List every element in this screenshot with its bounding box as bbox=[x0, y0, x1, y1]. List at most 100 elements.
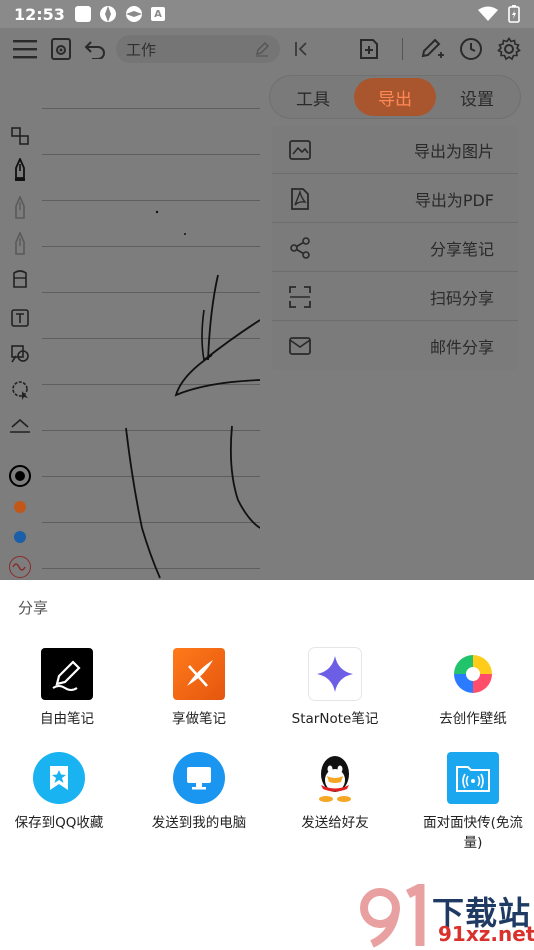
battery-icon bbox=[508, 5, 520, 23]
share-app-free-note[interactable]: 自由笔记 bbox=[0, 648, 134, 749]
share-app-wallpaper[interactable]: 去创作壁纸 bbox=[406, 648, 534, 749]
undo-button[interactable] bbox=[80, 34, 110, 64]
menu-item-label: 扫码分享 bbox=[429, 288, 494, 308]
editor-toolbar: 工作 bbox=[0, 28, 534, 70]
add-page-icon bbox=[360, 39, 378, 59]
pen-plus-icon bbox=[421, 38, 444, 58]
scan-icon bbox=[289, 286, 311, 308]
lasso-tool[interactable] bbox=[8, 378, 32, 402]
share-app-label: 去创作壁纸 bbox=[439, 711, 507, 727]
note-canvas[interactable] bbox=[42, 70, 260, 580]
share-app-starnote[interactable]: StarNote笔记 bbox=[268, 648, 402, 749]
menu-item-label: 邮件分享 bbox=[429, 338, 494, 357]
share-app-label: 面对面快传(免流量) bbox=[423, 815, 523, 851]
share-app-send-to-pc[interactable]: 发送到我的电脑 bbox=[132, 752, 266, 853]
color-black-swatch bbox=[15, 471, 25, 481]
eye-document-icon bbox=[51, 38, 71, 60]
handwriting-strokes bbox=[125, 210, 260, 579]
menu-item-export-image[interactable]: 导出为图片 bbox=[272, 126, 518, 174]
menu-item-scan-share[interactable]: 扫码分享 bbox=[272, 273, 518, 321]
read-mode-button[interactable] bbox=[46, 34, 76, 64]
share-app-qq-favorites[interactable]: 保存到QQ收藏 bbox=[0, 752, 126, 853]
share-app-label: 自由笔记 bbox=[40, 711, 94, 727]
text-tool[interactable] bbox=[8, 306, 32, 330]
share-app-label: 发送到我的电脑 bbox=[151, 815, 247, 831]
hamburger-icon bbox=[13, 40, 37, 59]
xiangzuo-note-app-icon bbox=[173, 648, 225, 700]
text-box-icon bbox=[11, 309, 29, 327]
menu-button[interactable] bbox=[10, 34, 40, 64]
tab-settings[interactable]: 设置 bbox=[442, 76, 512, 118]
send-to-pc-icon bbox=[173, 752, 225, 804]
share-icon bbox=[290, 237, 310, 259]
starnote-app-icon bbox=[309, 648, 361, 700]
status-time: 12:53 bbox=[14, 4, 65, 24]
export-menu: 导出为图片 导出为PDF 分享笔记 扫码分享 邮件分享 bbox=[272, 126, 518, 370]
tab-export[interactable]: 导出 bbox=[354, 78, 436, 116]
note-title-field[interactable]: 工作 bbox=[116, 35, 280, 63]
mail-icon bbox=[289, 337, 311, 355]
lasso-icon bbox=[12, 381, 28, 400]
notification-square-icon bbox=[74, 6, 91, 22]
share-app-face-to-face[interactable]: 面对面快传(免流量) bbox=[406, 752, 534, 853]
shape-tool[interactable] bbox=[8, 342, 32, 366]
shapes-icon bbox=[11, 345, 29, 363]
watermark-91-icon bbox=[360, 884, 425, 948]
color-black-selected[interactable] bbox=[9, 465, 31, 487]
qq-favorites-icon bbox=[33, 752, 85, 804]
note-title: 工作 bbox=[126, 40, 157, 59]
tab-tools[interactable]: 工具 bbox=[278, 76, 348, 118]
collapse-left-button[interactable] bbox=[286, 34, 316, 64]
highlighter-tool[interactable] bbox=[8, 232, 32, 256]
add-page-button[interactable] bbox=[354, 34, 384, 64]
select-tool[interactable] bbox=[8, 124, 32, 148]
stroke-style-button[interactable] bbox=[9, 556, 31, 578]
free-note-app-icon bbox=[41, 648, 93, 700]
toolbar-divider bbox=[402, 38, 403, 60]
chevron-up-bar-icon bbox=[10, 418, 30, 433]
pencil-icon bbox=[15, 196, 25, 219]
pencil-tool[interactable] bbox=[8, 196, 32, 220]
color-orange-swatch[interactable] bbox=[14, 501, 26, 513]
wave-icon bbox=[12, 563, 26, 571]
status-notification-icons: A bbox=[74, 5, 165, 23]
color-blue-swatch[interactable] bbox=[14, 531, 26, 543]
fountain-pen-icon bbox=[15, 158, 25, 181]
watermark-url: 91xz.net bbox=[438, 922, 534, 946]
share-sheet-title: 分享 bbox=[18, 599, 49, 617]
watermark-logo: 下载站 91xz.net bbox=[358, 884, 534, 950]
notification-aperture-icon-2 bbox=[125, 6, 142, 22]
pen-tool[interactable] bbox=[8, 158, 32, 182]
wallpaper-app-icon bbox=[447, 648, 499, 700]
undo-icon bbox=[84, 41, 105, 59]
share-app-qq-friend[interactable]: 发送给好友 bbox=[268, 752, 402, 853]
qq-icon bbox=[309, 752, 361, 804]
history-button[interactable] bbox=[456, 34, 486, 64]
chevron-left-bar-icon bbox=[295, 42, 307, 56]
lasso-select-icon bbox=[11, 127, 29, 145]
highlighter-icon bbox=[15, 232, 25, 255]
share-app-label: StarNote笔记 bbox=[291, 711, 379, 727]
image-icon bbox=[289, 140, 311, 160]
gear-icon bbox=[497, 37, 521, 61]
menu-item-share-note[interactable]: 分享笔记 bbox=[272, 224, 518, 272]
eraser-icon bbox=[13, 270, 27, 288]
share-app-label: 享做笔记 bbox=[172, 711, 226, 727]
pen-settings-button[interactable] bbox=[418, 34, 448, 64]
notification-aperture-icon bbox=[99, 6, 116, 22]
status-bar: 12:53 A bbox=[0, 0, 534, 28]
panel-tabs: 工具 导出 设置 bbox=[270, 76, 520, 118]
share-app-label: 保存到QQ收藏 bbox=[14, 815, 104, 831]
eraser-tool[interactable] bbox=[8, 268, 32, 292]
menu-item-label: 分享笔记 bbox=[429, 239, 494, 259]
wifi-icon bbox=[478, 6, 498, 21]
menu-item-mail-share[interactable]: 邮件分享 bbox=[272, 322, 518, 370]
collapse-tools-button[interactable] bbox=[8, 414, 32, 438]
pdf-icon bbox=[291, 188, 309, 210]
menu-item-export-pdf[interactable]: 导出为PDF bbox=[272, 175, 518, 223]
settings-button[interactable] bbox=[494, 34, 524, 64]
clock-icon bbox=[460, 38, 482, 60]
notification-letter-icon: A bbox=[150, 7, 165, 21]
share-app-xiangzuo-note[interactable]: 享做笔记 bbox=[132, 648, 266, 749]
note-editor: 工作 工具 导出 设置 导出为图片 导出为PDF 分享笔记 扫码分享 邮件分享 bbox=[0, 28, 534, 580]
